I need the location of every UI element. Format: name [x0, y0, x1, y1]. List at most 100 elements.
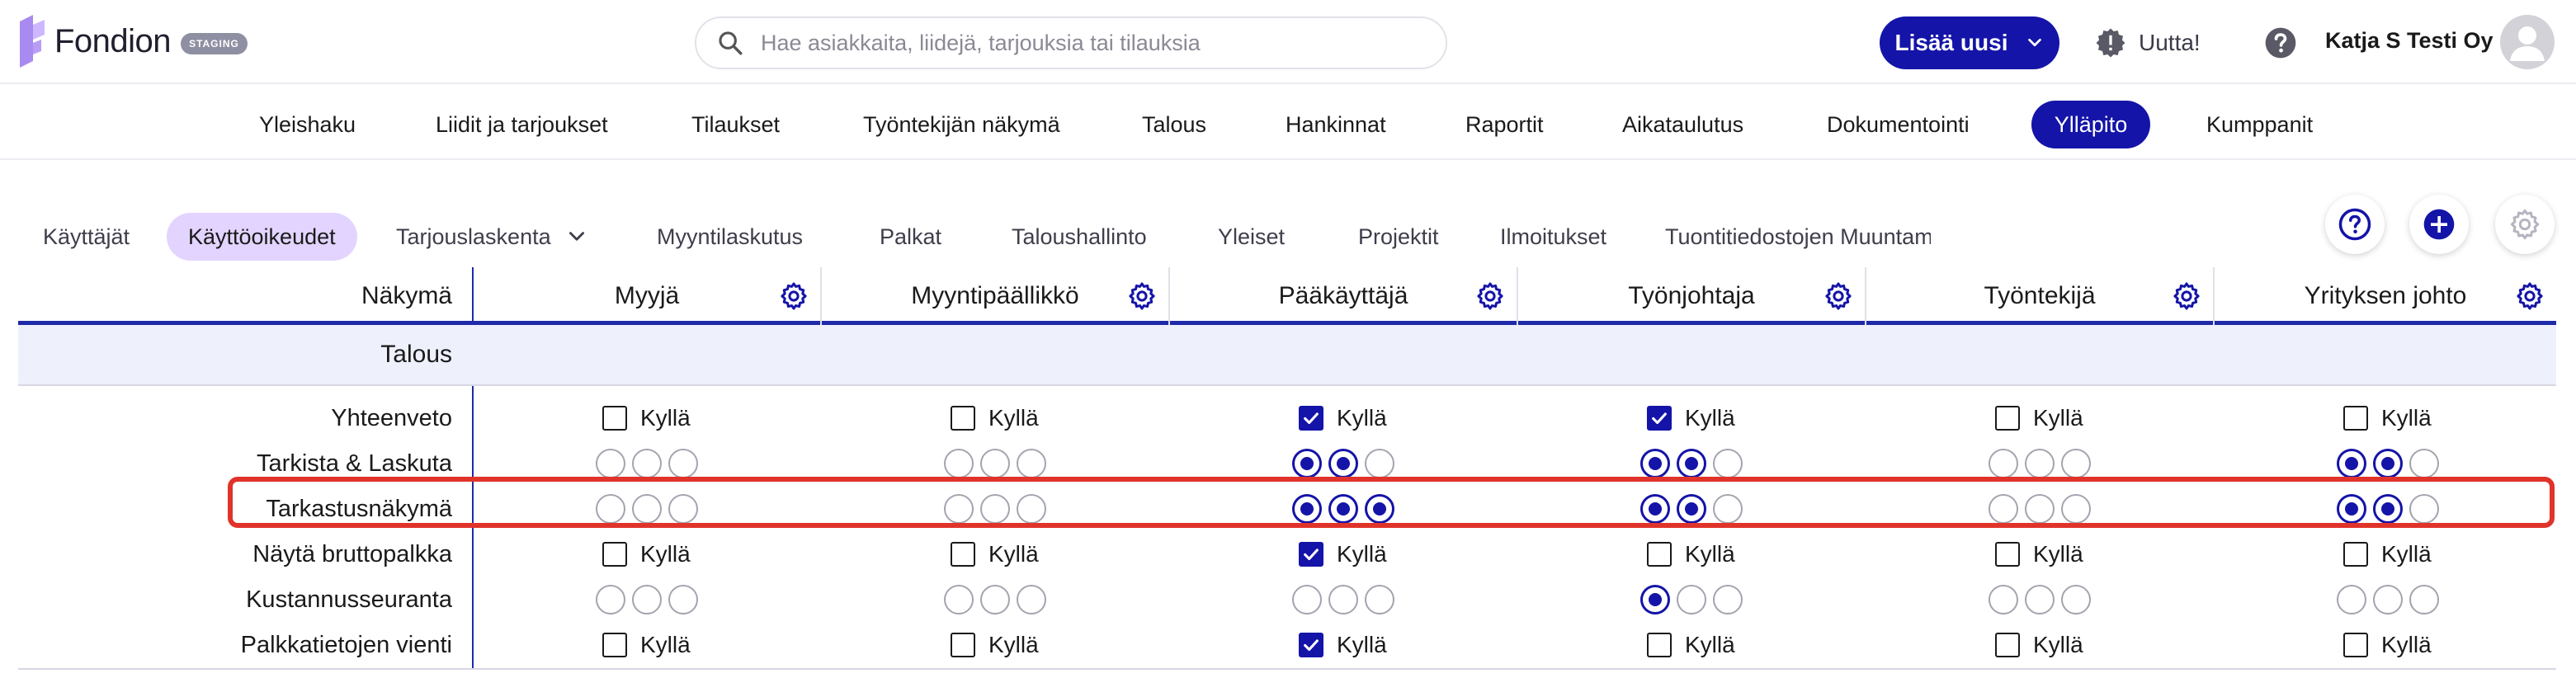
tab-taloushallinto[interactable]: Taloushallinto [1012, 213, 1147, 261]
help-button[interactable] [2262, 25, 2299, 61]
checkbox-checked-icon[interactable] [1299, 406, 1323, 431]
checkbox-checked-icon[interactable] [1647, 406, 1672, 431]
radio-unselected[interactable] [2025, 449, 2055, 478]
permission-checkbox[interactable]: Kyllä [1647, 631, 1735, 659]
gear-icon[interactable] [1127, 281, 1157, 311]
radio-selected[interactable] [2373, 449, 2403, 478]
permission-checkbox[interactable]: Kyllä [1647, 540, 1735, 568]
checkbox-empty-icon[interactable] [1995, 406, 2020, 431]
radio-unselected[interactable] [944, 449, 974, 478]
radio-unselected[interactable] [1713, 585, 1743, 614]
radio-selected[interactable] [1640, 494, 1670, 524]
radio-unselected[interactable] [1677, 585, 1706, 614]
nav-item-raportit[interactable]: Raportit [1465, 101, 1544, 148]
radio-unselected[interactable] [1989, 585, 2018, 614]
permission-checkbox[interactable]: Kyllä [1299, 631, 1387, 659]
checkbox-empty-icon[interactable] [951, 633, 975, 657]
permission-checkbox[interactable]: Kyllä [1995, 631, 2083, 659]
permission-checkbox[interactable]: Kyllä [2343, 540, 2432, 568]
radio-selected[interactable] [1292, 449, 1322, 478]
permission-checkbox[interactable]: Kyllä [2343, 631, 2432, 659]
nav-item-dokumentointi[interactable]: Dokumentointi [1827, 101, 1970, 148]
permission-checkbox[interactable]: Kyllä [1299, 404, 1387, 432]
tab-kayttajat[interactable]: Käyttäjät [43, 213, 130, 261]
permission-checkbox[interactable]: Kyllä [602, 404, 691, 432]
radio-selected[interactable] [1640, 585, 1670, 614]
permission-checkbox[interactable]: Kyllä [1995, 404, 2083, 432]
radio-unselected[interactable] [1017, 585, 1046, 614]
tab-yleiset[interactable]: Yleiset [1218, 213, 1285, 261]
checkbox-empty-icon[interactable] [1647, 542, 1672, 567]
radio-unselected[interactable] [1365, 449, 1394, 478]
add-new-button[interactable]: Lisää uusi [1880, 16, 2059, 69]
checkbox-checked-icon[interactable] [1299, 542, 1323, 567]
gear-icon[interactable] [2172, 281, 2201, 311]
checkbox-empty-icon[interactable] [602, 542, 627, 567]
radio-unselected[interactable] [2061, 494, 2091, 524]
gear-icon[interactable] [1475, 281, 1505, 311]
radio-unselected[interactable] [2409, 494, 2439, 524]
user-name[interactable]: Katja S Testi Oy [2325, 28, 2493, 54]
radio-selected[interactable] [1640, 449, 1670, 478]
checkbox-empty-icon[interactable] [602, 633, 627, 657]
search-input[interactable] [761, 30, 1437, 56]
radio-unselected[interactable] [1713, 449, 1743, 478]
radio-selected[interactable] [1677, 494, 1706, 524]
radio-unselected[interactable] [668, 494, 698, 524]
radio-unselected[interactable] [596, 449, 625, 478]
radio-unselected[interactable] [632, 494, 662, 524]
radio-unselected[interactable] [1365, 585, 1394, 614]
tab-tuontitiedostojen-muuntaminen[interactable]: Tuontitiedostojen Muuntaminen [1665, 213, 1931, 261]
radio-unselected[interactable] [2025, 585, 2055, 614]
permission-checkbox[interactable]: Kyllä [951, 404, 1039, 432]
radio-unselected[interactable] [2409, 585, 2439, 614]
tab-ilmoitukset[interactable]: Ilmoitukset [1500, 213, 1606, 261]
radio-unselected[interactable] [944, 585, 974, 614]
nav-item-yllapito[interactable]: Ylläpito [2031, 101, 2150, 148]
nav-item-tyontekijan-nakyma[interactable]: Työntekijän näkymä [863, 101, 1060, 148]
checkbox-empty-icon[interactable] [2343, 633, 2368, 657]
tab-tarjouslaskenta[interactable]: Tarjouslaskenta [396, 213, 587, 261]
tab-kayttooikeudet[interactable]: Käyttöoikeudet [167, 213, 357, 261]
app-logo[interactable]: Fondion STAGING [17, 15, 248, 68]
radio-unselected[interactable] [1328, 585, 1358, 614]
gear-icon[interactable] [779, 281, 809, 311]
radio-selected[interactable] [2337, 449, 2366, 478]
nav-item-tilaukset[interactable]: Tilaukset [691, 101, 780, 148]
radio-unselected[interactable] [668, 585, 698, 614]
radio-unselected[interactable] [944, 494, 974, 524]
permission-checkbox[interactable]: Kyllä [1995, 540, 2083, 568]
radio-unselected[interactable] [2061, 449, 2091, 478]
nav-item-liidit-ja-tarjoukset[interactable]: Liidit ja tarjoukset [436, 101, 608, 148]
checkbox-empty-icon[interactable] [951, 406, 975, 431]
nav-item-kumppanit[interactable]: Kumppanit [2206, 101, 2313, 148]
permission-checkbox[interactable]: Kyllä [951, 540, 1039, 568]
radio-unselected[interactable] [1989, 449, 2018, 478]
checkbox-empty-icon[interactable] [602, 406, 627, 431]
radio-selected[interactable] [1328, 494, 1358, 524]
checkbox-empty-icon[interactable] [1995, 633, 2020, 657]
radio-unselected[interactable] [1017, 494, 1046, 524]
checkbox-checked-icon[interactable] [1299, 633, 1323, 657]
radio-unselected[interactable] [2025, 494, 2055, 524]
tab-projektit[interactable]: Projektit [1358, 213, 1439, 261]
permission-checkbox[interactable]: Kyllä [602, 631, 691, 659]
permission-checkbox[interactable]: Kyllä [1647, 404, 1735, 432]
avatar[interactable] [2500, 15, 2555, 69]
nav-item-talous[interactable]: Talous [1142, 101, 1206, 148]
nav-item-yleishaku[interactable]: Yleishaku [259, 101, 356, 148]
radio-unselected[interactable] [596, 494, 625, 524]
gear-icon[interactable] [2515, 281, 2545, 311]
settings-button[interactable] [2495, 195, 2555, 254]
checkbox-empty-icon[interactable] [951, 542, 975, 567]
page-help-button[interactable] [2325, 195, 2385, 254]
radio-selected[interactable] [2337, 494, 2366, 524]
radio-unselected[interactable] [980, 585, 1010, 614]
radio-unselected[interactable] [980, 494, 1010, 524]
checkbox-empty-icon[interactable] [1995, 542, 2020, 567]
nav-item-aikataulutus[interactable]: Aikataulutus [1622, 101, 1743, 148]
permission-checkbox[interactable]: Kyllä [602, 540, 691, 568]
radio-selected[interactable] [1677, 449, 1706, 478]
global-search[interactable] [695, 16, 1447, 69]
radio-selected[interactable] [1328, 449, 1358, 478]
